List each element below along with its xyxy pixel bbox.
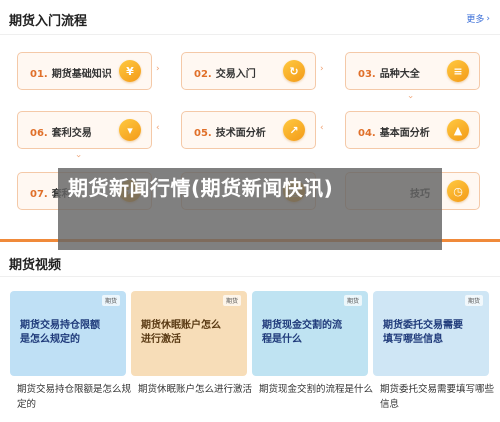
brand-logo: 期货 [222,295,241,306]
video-thumbnail[interactable]: 期货 期货交易持仓限额是怎么规定的 [10,291,126,376]
video-caption[interactable]: 期货委托交易需要填写哪些信息 [380,382,498,412]
video-caption[interactable]: 期货交易持仓限额是怎么规定的 [17,382,135,412]
video-caption[interactable]: 期货休眠账户怎么进行激活 [138,382,256,397]
step-card-02[interactable]: 02. 交易入门 ↻ [181,52,316,90]
section-title-videos: 期货视频 [9,258,62,273]
chart-icon: ↗ [283,119,305,141]
step-label: 期货基础知识 [51,69,112,80]
arrow-down-icon: › [404,95,415,99]
arrow-left-icon: ‹ [320,123,324,133]
article-title-overlay: 期货新闻行情(期货新闻快讯) [58,168,442,250]
brand-logo: 期货 [464,295,483,306]
download-icon: ▾ [119,119,141,141]
step-card-01[interactable]: 01. 期货基础知识 ¥ [17,52,152,90]
step-label: 技术面分析 [215,128,266,139]
video-thumbnail[interactable]: 期货 期货委托交易需要填写哪些信息 [373,291,489,376]
arrow-left-icon: ‹ [156,123,160,133]
step-card-03[interactable]: 03. 品种大全 ≡ [345,52,480,90]
step-card-06[interactable]: 06. 套利交易 ▾ [17,111,152,149]
video-thumbnail[interactable]: 期货 期货现金交割的流程是什么 [252,291,368,376]
step-label: 品种大全 [379,69,420,80]
step-number: 03. [358,69,376,80]
step-number: 05. [194,128,212,139]
thumbnail-title: 期货休眠账户怎么进行激活 [141,320,221,345]
step-number: 01. [30,69,48,80]
brand-logo: 期货 [101,295,120,306]
thumbnail-title: 期货交易持仓限额是怎么规定的 [20,320,100,345]
chevron-right-icon: › [486,13,490,24]
arrow-right-icon: › [320,64,324,74]
thumbnail-title: 期货委托交易需要填写哪些信息 [383,320,463,345]
arrow-right-icon: › [156,64,160,74]
video-caption[interactable]: 期货现金交割的流程是什么 [259,382,377,397]
intro-header: 期货入门流程 更多 › [0,0,500,32]
bar-chart-icon: ▲ [447,119,469,141]
step-number: 07. [30,189,48,200]
refresh-icon: ↻ [283,60,305,82]
more-label: 更多 [466,15,485,25]
brand-logo: 期货 [343,295,362,306]
step-number: 04. [358,128,376,139]
divider [0,276,500,277]
document-icon: ≡ [447,60,469,82]
step-card-05[interactable]: 05. 技术面分析 ↗ [181,111,316,149]
step-number: 02. [194,69,212,80]
more-link[interactable]: 更多 › [466,12,490,26]
step-label: 套利交易 [51,128,92,139]
arrow-down-icon: › [72,154,83,158]
video-thumbnail[interactable]: 期货 期货休眠账户怎么进行激活 [131,291,247,376]
step-label: 基本面分析 [379,128,430,139]
step-number: 06. [30,128,48,139]
section-title-intro: 期货入门流程 [9,14,88,29]
thumbnail-title: 期货现金交割的流程是什么 [262,320,342,345]
article-title: 期货新闻行情(期货新闻快讯) [68,176,334,200]
step-label: 交易入门 [215,69,256,80]
step-card-04[interactable]: 04. 基本面分析 ▲ [345,111,480,149]
clock-icon: ◷ [447,180,469,202]
coin-icon: ¥ [119,60,141,82]
divider [0,34,500,35]
